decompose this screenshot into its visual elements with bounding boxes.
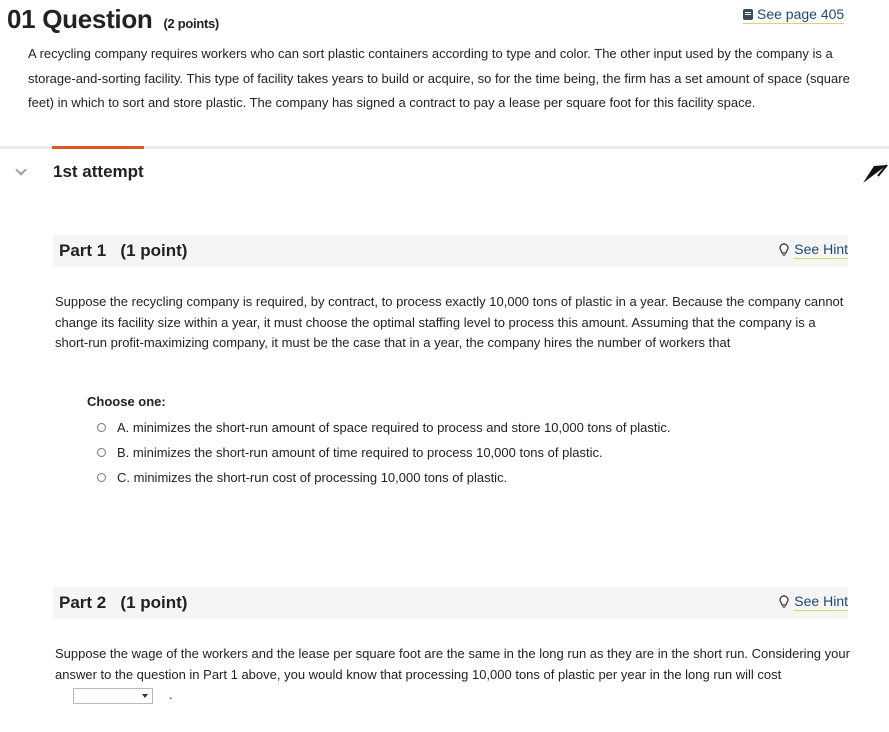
part1-hint-link[interactable]: See Hint — [779, 241, 848, 259]
option-a[interactable]: A. minimizes the short-run amount of spa… — [97, 420, 671, 435]
option-c-radio[interactable] — [97, 473, 106, 482]
part2-hint-label: See Hint — [794, 593, 848, 611]
question-header: 01 Question (2 points) See page 405 A re… — [0, 0, 889, 146]
option-b-radio[interactable] — [97, 448, 106, 457]
part1-hint-label: See Hint — [794, 241, 848, 259]
part2-hint-link[interactable]: See Hint — [779, 593, 848, 611]
option-c[interactable]: C. minimizes the short-run cost of proce… — [97, 470, 507, 485]
answer-dropdown[interactable] — [73, 687, 153, 704]
lightbulb-icon — [779, 595, 789, 608]
question-number-title: 01 Question — [7, 4, 153, 34]
question-title: 01 Question (2 points) — [7, 4, 219, 35]
part2-title: Part 2 (1 point) — [59, 593, 188, 612]
attempt-label: 1st attempt — [53, 162, 144, 181]
mouse-pointer-icon — [863, 164, 888, 183]
chevron-down-icon[interactable] — [15, 164, 27, 176]
book-icon — [743, 8, 753, 20]
part2-question-body: Suppose the wage of the workers and the … — [55, 646, 850, 682]
see-page-link[interactable]: See page 405 — [743, 6, 845, 24]
question-text: A recycling company requires workers who… — [28, 46, 850, 110]
option-a-label: A. minimizes the short-run amount of spa… — [117, 420, 671, 435]
lightbulb-icon — [779, 243, 789, 256]
option-b[interactable]: B. minimizes the short-run amount of tim… — [97, 445, 603, 460]
active-tab-indicator — [52, 146, 144, 149]
see-page-label: See page 405 — [757, 6, 845, 22]
option-c-label: C. minimizes the short-run cost of proce… — [117, 470, 508, 485]
choose-one-label: Choose one: — [87, 394, 166, 409]
option-b-label: B. minimizes the short-run amount of tim… — [117, 445, 603, 460]
question-points: (2 points) — [163, 16, 219, 31]
part1-title: Part 1 (1 point) — [59, 241, 188, 260]
attempt-header[interactable]: 1st attempt — [0, 158, 889, 188]
part1-question-text: Suppose the recycling company is require… — [55, 294, 844, 350]
sentence-end: . — [169, 687, 173, 702]
part2-header: Part 2 (1 point) See Hint — [53, 587, 848, 619]
part2-question-text: Suppose the wage of the workers and the … — [55, 644, 850, 706]
part1-header: Part 1 (1 point) See Hint — [53, 235, 848, 267]
option-a-radio[interactable] — [97, 423, 106, 432]
